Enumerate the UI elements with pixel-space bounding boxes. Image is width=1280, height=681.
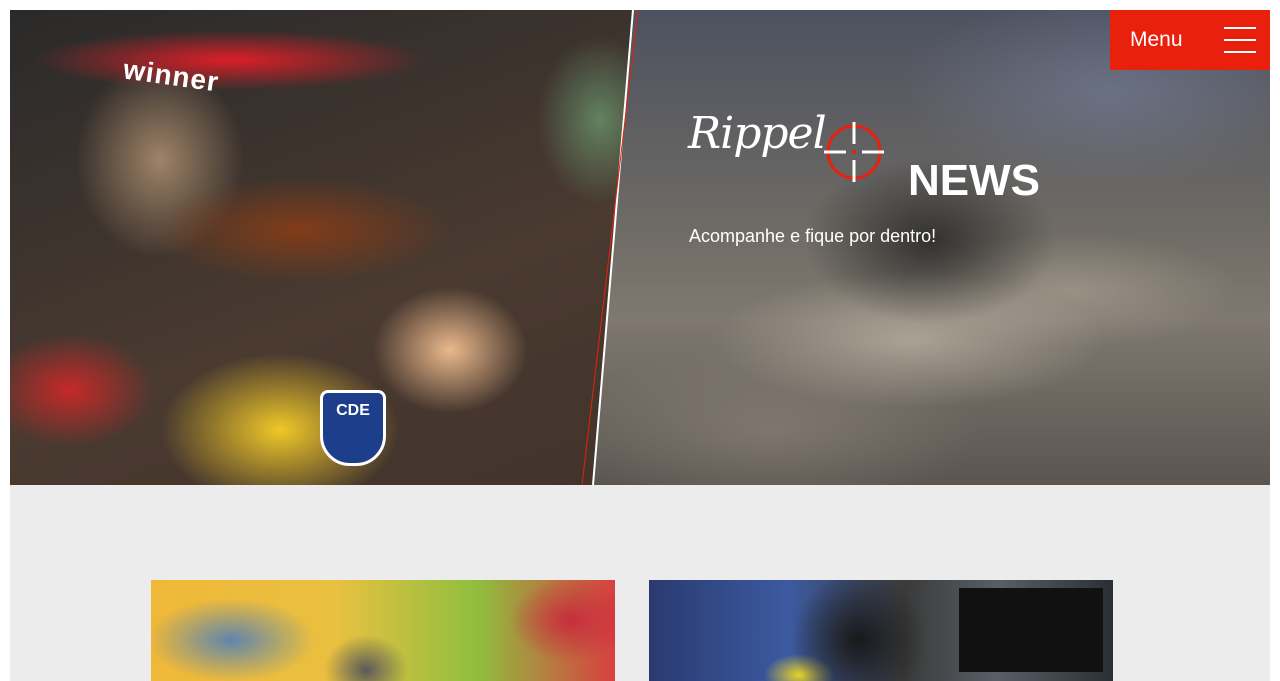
hamburger-icon: [1224, 27, 1256, 53]
menu-button[interactable]: Menu: [1110, 10, 1270, 70]
brand-news-word: NEWS: [908, 156, 1040, 205]
news-card-thumbnail[interactable]: [151, 580, 615, 681]
sleeve-patch: CDE: [320, 390, 386, 466]
hero-banner: winner CDE Rippel NEWS Acompanhe e fique…: [10, 10, 1270, 485]
menu-label: Menu: [1130, 28, 1183, 51]
page-frame: winner CDE Rippel NEWS Acompanhe e fique…: [10, 10, 1270, 681]
hero-tagline: Acompanhe e fique por dentro!: [689, 226, 937, 246]
target-screen-image: [959, 588, 1103, 672]
crosshair-icon: [824, 122, 884, 182]
news-card-thumbnail[interactable]: [649, 580, 1113, 681]
brand-script: Rippel: [688, 108, 827, 159]
cap-logo-text: winner: [121, 53, 221, 98]
rippel-news-logo: Rippel NEWS: [688, 108, 1048, 208]
